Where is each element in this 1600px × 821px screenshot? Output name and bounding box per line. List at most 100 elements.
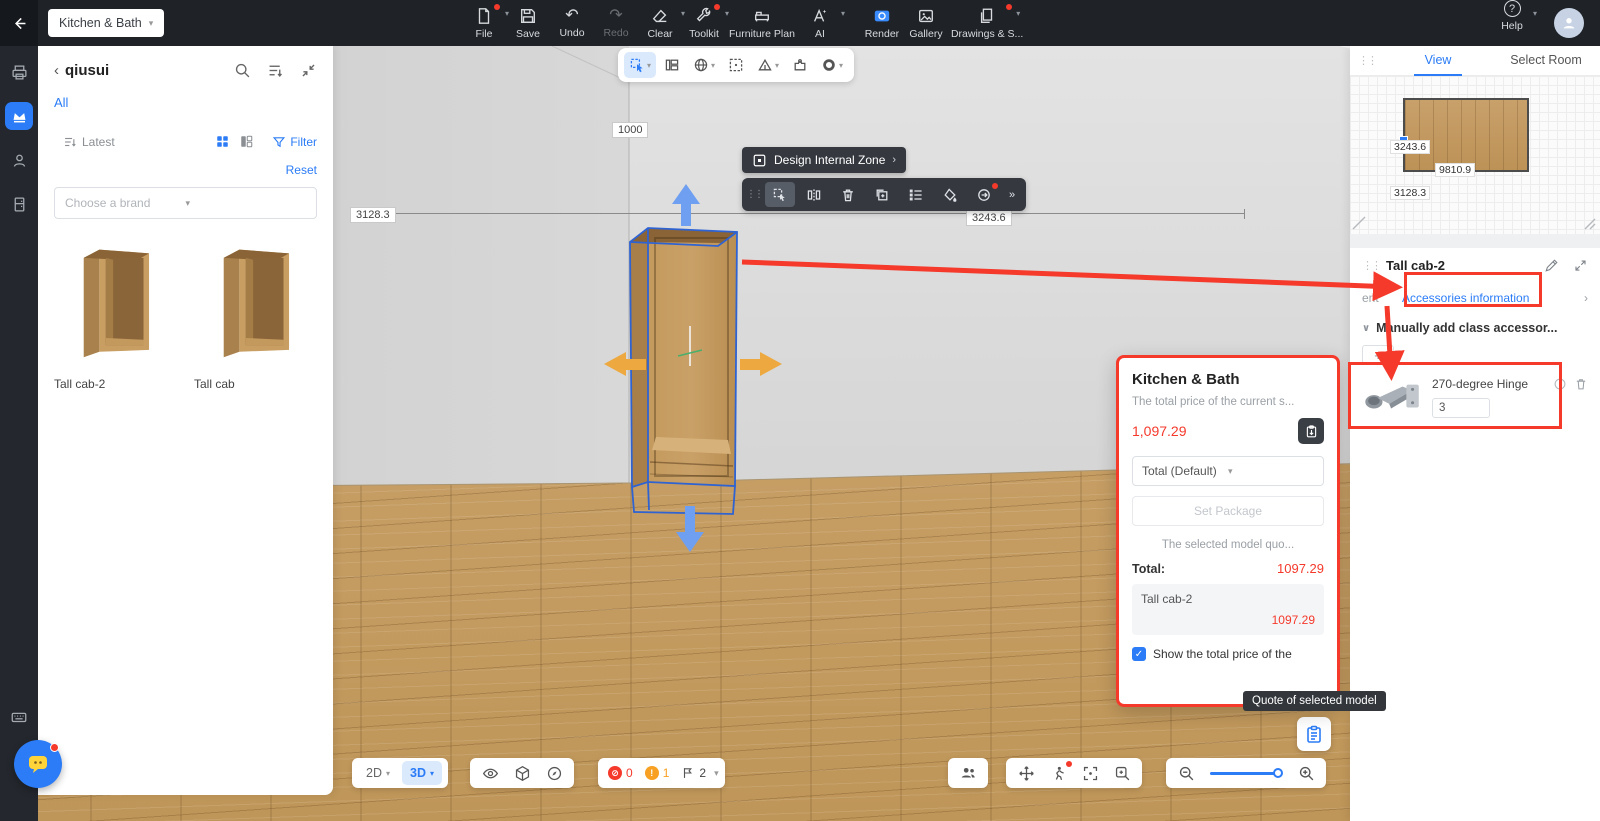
menu-redo[interactable]: ↷ Redo bbox=[594, 0, 638, 46]
flag-count[interactable]: 2 bbox=[677, 766, 710, 780]
designer-icon[interactable] bbox=[5, 146, 33, 174]
keyboard-shortcuts-icon[interactable] bbox=[5, 703, 33, 731]
walkthrough-button[interactable] bbox=[1044, 761, 1072, 785]
menu-ai[interactable]: ▾ AI bbox=[798, 0, 842, 46]
add-accessory-button[interactable]: + bbox=[1362, 345, 1394, 365]
tab-accessories-information[interactable]: Accessories information bbox=[1396, 285, 1535, 311]
toolbar-drag-handle[interactable]: ⋮⋮ bbox=[747, 182, 761, 207]
tab-all[interactable]: All bbox=[54, 95, 68, 110]
info-icon[interactable] bbox=[1553, 377, 1567, 391]
menu-file[interactable]: ▾ File bbox=[462, 0, 506, 46]
filter-button[interactable]: Filter bbox=[263, 135, 317, 149]
issues-bar[interactable]: ⊘ 0 ! 1 2 ▾ bbox=[598, 758, 725, 788]
menu-clear[interactable]: ▾ Clear bbox=[638, 0, 682, 46]
chevron-left-icon[interactable]: ‹ bbox=[54, 62, 59, 79]
select-tool-button[interactable]: ▾ bbox=[624, 52, 656, 78]
expand-panel-icon[interactable] bbox=[1573, 258, 1588, 273]
hardware-icon[interactable] bbox=[5, 58, 33, 86]
warning-count[interactable]: ! 1 bbox=[641, 766, 674, 780]
product-card[interactable]: Tall cab-2 bbox=[54, 237, 176, 391]
checkbox-checked[interactable]: ✓ bbox=[1132, 647, 1146, 661]
zoom-slider[interactable] bbox=[1210, 772, 1282, 775]
focus-frame-button[interactable] bbox=[1076, 761, 1104, 785]
ctx-delete-button[interactable] bbox=[833, 182, 863, 207]
resize-handle-right[interactable] bbox=[1582, 216, 1596, 230]
plugin-tool-button[interactable] bbox=[787, 52, 813, 78]
grid-view-icon[interactable] bbox=[215, 134, 230, 149]
mode-2d-button[interactable]: 2D ▾ bbox=[358, 761, 398, 785]
user-avatar[interactable] bbox=[1554, 8, 1584, 38]
menu-toolkit[interactable]: ▾ Toolkit bbox=[682, 0, 726, 46]
export-quote-button[interactable] bbox=[1298, 418, 1324, 444]
panel-drag-handle[interactable]: ⋮⋮ bbox=[1358, 54, 1376, 67]
product-card[interactable]: Tall cab bbox=[194, 237, 316, 391]
zoom-slider-knob[interactable] bbox=[1273, 768, 1283, 778]
mode-3d-button[interactable]: 3D ▾ bbox=[402, 761, 442, 785]
gizmo-right-arrow[interactable] bbox=[740, 352, 782, 376]
menu-help[interactable]: ▾ ? Help bbox=[1490, 0, 1534, 32]
back-button[interactable] bbox=[0, 0, 38, 46]
resize-handle-left[interactable] bbox=[1352, 216, 1366, 230]
collapse-panel-icon[interactable] bbox=[300, 62, 317, 79]
floor-plan-room[interactable] bbox=[1403, 98, 1529, 172]
collaborators-button[interactable] bbox=[948, 758, 988, 788]
menu-furniture-plan[interactable]: Furniture Plan bbox=[726, 0, 798, 46]
manual-add-section-header[interactable]: ∨ Manually add class accessor... bbox=[1362, 321, 1588, 335]
room-selector[interactable]: Kitchen & Bath ▾ bbox=[48, 9, 164, 37]
menu-save[interactable]: Save bbox=[506, 0, 550, 46]
reset-link[interactable]: Reset bbox=[54, 163, 317, 177]
search-icon[interactable] bbox=[234, 62, 251, 79]
model-cube-button[interactable] bbox=[508, 761, 536, 785]
set-package-button[interactable]: Set Package bbox=[1132, 496, 1324, 526]
ctx-go-button[interactable] bbox=[969, 182, 999, 207]
split-view-icon[interactable] bbox=[239, 134, 254, 149]
zoom-out-button[interactable] bbox=[1172, 761, 1200, 785]
package-select[interactable]: Total (Default) ▾ bbox=[1132, 456, 1324, 486]
ctx-select-button[interactable] bbox=[765, 182, 795, 207]
tab-select-room[interactable]: Select Room bbox=[1492, 46, 1600, 76]
sort-icon[interactable] bbox=[267, 62, 284, 79]
structure-tool-button[interactable] bbox=[659, 52, 685, 78]
selected-cabinet-3d[interactable] bbox=[560, 150, 820, 580]
membership-crown-icon[interactable] bbox=[5, 102, 33, 130]
chevron-right-icon[interactable]: › bbox=[1584, 291, 1588, 305]
ctx-more-button[interactable]: » bbox=[1003, 182, 1021, 207]
tab-partial[interactable]: ent bbox=[1362, 291, 1388, 305]
tab-view[interactable]: View bbox=[1384, 46, 1492, 76]
accessory-quantity-input[interactable] bbox=[1432, 398, 1490, 418]
pan-tool-button[interactable] bbox=[1012, 761, 1040, 785]
panel-drag-handle[interactable]: ⋮⋮ bbox=[1362, 259, 1380, 272]
menu-gallery[interactable]: Gallery bbox=[904, 0, 948, 46]
zoom-select-button[interactable] bbox=[1108, 761, 1136, 785]
compass-button[interactable] bbox=[540, 761, 568, 785]
distribute-icon bbox=[806, 187, 822, 203]
cabinet-library-icon[interactable] bbox=[5, 190, 33, 218]
marquee-tool-button[interactable] bbox=[723, 52, 749, 78]
sort-latest-button[interactable]: Latest bbox=[54, 135, 206, 149]
visibility-eye-button[interactable] bbox=[476, 761, 504, 785]
floor-plan-minimap[interactable]: 3243.6 9810.9 3128.3 bbox=[1350, 76, 1600, 234]
accessory-list-item[interactable]: 270-degree Hinge bbox=[1362, 377, 1588, 419]
gizmo-up-arrow[interactable] bbox=[672, 184, 700, 226]
caret-down-icon: ▾ bbox=[647, 61, 651, 70]
zoom-in-button[interactable] bbox=[1292, 761, 1320, 785]
edit-pencil-icon[interactable] bbox=[1544, 258, 1559, 273]
ctx-paint-button[interactable] bbox=[935, 182, 965, 207]
menu-render[interactable]: Render bbox=[860, 0, 904, 46]
donut-tool-button[interactable]: ▾ bbox=[816, 52, 848, 78]
brand-select[interactable]: Choose a brand ▾ bbox=[54, 187, 317, 219]
design-internal-zone-button[interactable]: Design Internal Zone › bbox=[742, 147, 906, 173]
menu-drawings[interactable]: ▾ Drawings & S... bbox=[948, 0, 1026, 46]
ctx-duplicate-button[interactable] bbox=[867, 182, 897, 207]
show-total-checkbox-row[interactable]: ✓ Show the total price of the bbox=[1132, 647, 1324, 661]
quote-clipboard-button[interactable] bbox=[1297, 717, 1331, 751]
error-count[interactable]: ⊘ 0 bbox=[604, 766, 637, 780]
trash-icon[interactable] bbox=[1574, 377, 1588, 391]
menu-undo[interactable]: ↶ Undo bbox=[550, 0, 594, 46]
measure-tool-button[interactable]: ▾ bbox=[752, 52, 784, 78]
support-chat-button[interactable] bbox=[14, 740, 62, 788]
ctx-distribute-button[interactable] bbox=[799, 182, 829, 207]
material-tool-button[interactable]: ▾ bbox=[688, 52, 720, 78]
ctx-list-button[interactable] bbox=[901, 182, 931, 207]
caret-down-icon: ▾ bbox=[711, 61, 715, 70]
